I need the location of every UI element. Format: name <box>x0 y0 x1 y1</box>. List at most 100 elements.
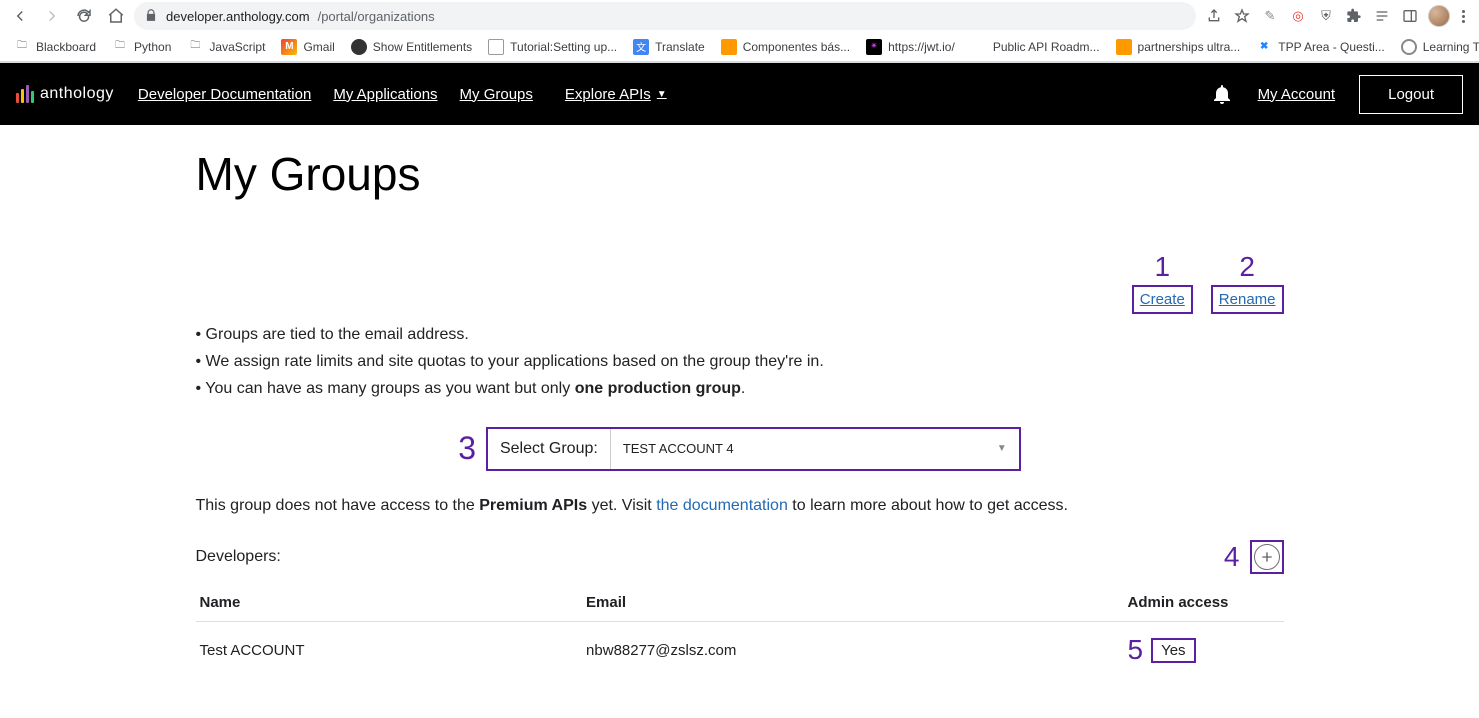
reading-list-icon[interactable] <box>1372 6 1392 26</box>
bookmark-label: https://jwt.io/ <box>888 40 955 54</box>
select-group-value: TEST ACCOUNT 4 <box>623 441 734 456</box>
url-domain: developer.anthology.com <box>166 9 310 24</box>
annotation-3: 3 <box>458 430 476 467</box>
developers-label: Developers: <box>196 548 281 566</box>
ms-icon <box>971 39 987 55</box>
jwt-icon: ✴ <box>866 39 882 55</box>
reload-button[interactable] <box>70 2 98 30</box>
admin-access-value[interactable]: Yes <box>1151 638 1195 663</box>
site-icon <box>488 39 504 55</box>
brand-logo[interactable]: anthology <box>16 85 114 103</box>
bookmark-item[interactable]: ✴ https://jwt.io/ <box>860 35 961 59</box>
site-icon <box>351 39 367 55</box>
bookmark-item[interactable]: Tutorial:Setting up... <box>482 35 623 59</box>
select-group-highlight: Select Group: TEST ACCOUNT 4 ▼ <box>486 427 1021 471</box>
nav-explore-apis[interactable]: Explore APIs ▼ <box>565 86 667 103</box>
url-path: /portal/organizations <box>318 9 435 24</box>
caret-down-icon: ▼ <box>657 89 667 100</box>
actions-row: 1 Create 2 Rename <box>196 251 1284 321</box>
bookmark-label: JavaScript <box>209 40 265 54</box>
app-nav: anthology Developer Documentation My App… <box>0 63 1479 125</box>
bookmark-item[interactable]: Show Entitlements <box>345 35 478 59</box>
home-button[interactable] <box>102 2 130 30</box>
page-title: My Groups <box>196 147 1284 201</box>
site-icon <box>1401 39 1417 55</box>
add-developer-button[interactable] <box>1254 544 1280 570</box>
browser-toolbar: developer.anthology.com/portal/organizat… <box>0 0 1479 32</box>
add-developer-highlight <box>1250 540 1284 574</box>
bookmark-label: Python <box>134 40 171 54</box>
bookmark-label: TPP Area - Questi... <box>1278 40 1385 54</box>
ext-icon-1[interactable]: ✎ <box>1260 6 1280 26</box>
documentation-link[interactable]: the documentation <box>656 497 788 514</box>
notifications-icon[interactable] <box>1210 82 1234 106</box>
bookmark-item[interactable]: 文 Translate <box>627 35 711 59</box>
premium-note: This group does not have access to the P… <box>196 493 1284 519</box>
chrome-menu-icon[interactable] <box>1458 6 1469 27</box>
bookmark-label: Componentes bás... <box>743 40 850 54</box>
extensions-icon[interactable] <box>1344 6 1364 26</box>
toolbar-right-icons: ✎ ◎ ⛨ <box>1200 5 1473 27</box>
rename-link[interactable]: Rename <box>1213 287 1282 312</box>
bookmarks-bar: 🗀 Blackboard 🗀 Python 🗀 JavaScript M Gmail S… <box>0 32 1479 62</box>
nav-links: Developer Documentation My Applications … <box>138 86 533 103</box>
folder-icon: 🗀 <box>14 39 30 55</box>
annotation-1: 1 <box>1154 251 1170 283</box>
cell-email: nbw88277@zslsz.com <box>582 622 1123 679</box>
table-row: Test ACCOUNT nbw88277@zslsz.com 5 Yes <box>196 622 1284 679</box>
bookmark-item[interactable]: Learning Tools Int... <box>1395 35 1479 59</box>
col-admin: Admin access <box>1124 584 1284 622</box>
bullet-3: • You can have as many groups as you wan… <box>196 375 1284 402</box>
bookmark-item[interactable]: M Gmail <box>275 35 340 59</box>
page-content: My Groups 1 Create 2 Rename • Groups are… <box>180 125 1300 718</box>
nav-my-account[interactable]: My Account <box>1258 86 1336 103</box>
profile-avatar[interactable] <box>1428 5 1450 27</box>
select-group-row: 3 Select Group: TEST ACCOUNT 4 ▼ <box>196 427 1284 471</box>
bookmark-label: Translate <box>655 40 705 54</box>
bookmark-label: Blackboard <box>36 40 96 54</box>
share-icon[interactable] <box>1204 6 1224 26</box>
translate-icon: 文 <box>633 39 649 55</box>
bookmark-item[interactable]: Componentes bás... <box>715 35 856 59</box>
gmail-icon: M <box>281 39 297 55</box>
select-group-dropdown[interactable]: TEST ACCOUNT 4 ▼ <box>611 429 1019 469</box>
col-name: Name <box>196 584 583 622</box>
bookmark-item[interactable]: partnerships ultra... <box>1110 35 1247 59</box>
bookmark-label: Gmail <box>303 40 334 54</box>
site-icon: ✖ <box>1256 39 1272 55</box>
bookmark-label: Show Entitlements <box>373 40 472 54</box>
nav-explore-label: Explore APIs <box>565 86 651 103</box>
lock-icon <box>144 8 158 25</box>
ext-icon-2[interactable]: ◎ <box>1288 6 1308 26</box>
annotation-2: 2 <box>1239 251 1255 283</box>
folder-icon: 🗀 <box>187 39 203 55</box>
panel-icon[interactable] <box>1400 6 1420 26</box>
col-email: Email <box>582 584 1123 622</box>
folder-icon: 🗀 <box>112 39 128 55</box>
bookmark-item[interactable]: 🗀 Blackboard <box>8 35 102 59</box>
developers-row: Developers: 4 <box>196 540 1284 574</box>
bookmark-item[interactable]: 🗀 JavaScript <box>181 35 271 59</box>
cell-name: Test ACCOUNT <box>196 622 583 679</box>
star-icon[interactable] <box>1232 6 1252 26</box>
create-link[interactable]: Create <box>1134 287 1191 312</box>
forward-button[interactable] <box>38 2 66 30</box>
nav-developer-docs[interactable]: Developer Documentation <box>138 86 311 103</box>
browser-chrome: developer.anthology.com/portal/organizat… <box>0 0 1479 63</box>
back-button[interactable] <box>6 2 34 30</box>
nav-my-applications[interactable]: My Applications <box>333 86 437 103</box>
bookmark-label: Learning Tools Int... <box>1423 40 1479 54</box>
bookmark-label: Public API Roadm... <box>993 40 1100 54</box>
bookmark-item[interactable]: ✖ TPP Area - Questi... <box>1250 35 1391 59</box>
nav-my-groups[interactable]: My Groups <box>460 86 533 103</box>
bookmark-item[interactable]: Public API Roadm... <box>965 35 1106 59</box>
developers-table: Name Email Admin access Test ACCOUNT nbw… <box>196 584 1284 678</box>
logout-button[interactable]: Logout <box>1359 75 1463 114</box>
cell-admin: 5 Yes <box>1124 622 1284 679</box>
brand-bars-icon <box>16 85 34 103</box>
caret-down-icon: ▼ <box>997 443 1007 454</box>
annotation-5: 5 <box>1128 634 1144 666</box>
bookmark-item[interactable]: 🗀 Python <box>106 35 177 59</box>
address-bar[interactable]: developer.anthology.com/portal/organizat… <box>134 2 1196 30</box>
ext-icon-3[interactable]: ⛨ <box>1316 6 1336 26</box>
